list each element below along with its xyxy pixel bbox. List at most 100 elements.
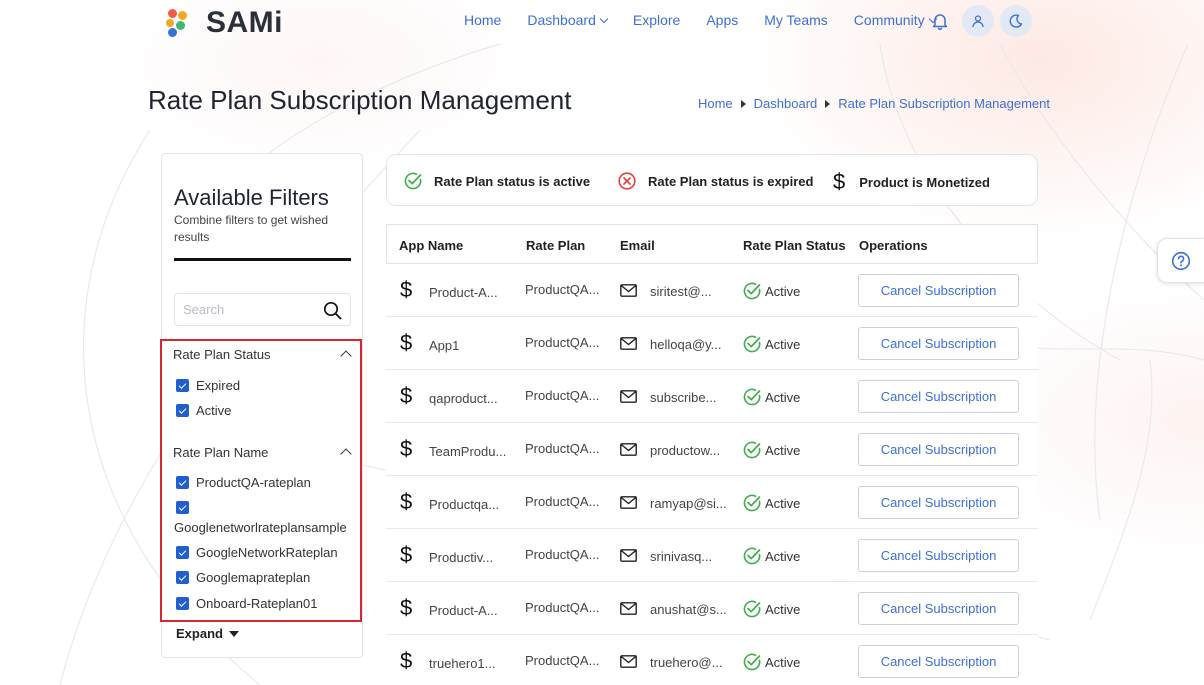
- checkbox[interactable]: [176, 571, 189, 584]
- cancel-subscription-button[interactable]: Cancel Subscription: [858, 539, 1019, 572]
- bell-icon[interactable]: [930, 11, 950, 31]
- filter-option-rateplan[interactable]: GoogleNetworkRateplan: [176, 545, 338, 560]
- chevron-down-icon: [599, 14, 609, 24]
- cancel-subscription-button[interactable]: Cancel Subscription: [858, 380, 1019, 413]
- mail-icon: [620, 496, 637, 509]
- subscription-table: App Name Rate Plan Email Rate Plan Statu…: [386, 224, 1038, 685]
- rate-plan-cell: ProductQA...: [525, 388, 600, 403]
- dollar-icon: $: [400, 648, 413, 673]
- nav-dashboard[interactable]: Dashboard: [527, 12, 609, 28]
- chevron-up-icon[interactable]: [340, 350, 352, 362]
- rate-plan-name-header[interactable]: Rate Plan Name: [173, 445, 268, 460]
- filter-option-rateplan[interactable]: [176, 501, 196, 514]
- filters-panel: Available Filters Combine filters to get…: [160, 153, 363, 658]
- checkbox[interactable]: [176, 379, 189, 392]
- filter-option-rateplan[interactable]: Googlemaprateplan: [176, 570, 310, 585]
- main-nav: Home Dashboard Explore Apps My Teams Com…: [464, 12, 962, 28]
- mail-icon: [620, 443, 637, 456]
- app-name-cell[interactable]: Productqa...: [429, 497, 499, 512]
- cancel-subscription-button[interactable]: Cancel Subscription: [858, 274, 1019, 307]
- sami-logo-icon: [166, 9, 192, 37]
- dollar-icon: $: [400, 330, 413, 355]
- top-header: SAMi Home Dashboard Explore Apps My Team…: [0, 0, 1204, 44]
- filter-option-active[interactable]: Active: [176, 403, 231, 418]
- table-row: $ Product-A... ProductQA... anushat@s... Act…: [386, 582, 1038, 635]
- col-app-name: App Name: [399, 238, 464, 253]
- dollar-icon: $: [400, 277, 413, 302]
- expand-filters-button[interactable]: Expand: [176, 626, 239, 641]
- cancel-subscription-button[interactable]: Cancel Subscription: [858, 592, 1019, 625]
- check-circle-icon: [743, 441, 761, 459]
- status-cell: Active: [742, 493, 800, 513]
- table-row: $ Product-A... ProductQA... siritest@... Act…: [386, 264, 1038, 317]
- breadcrumb-separator-icon: [740, 99, 746, 108]
- app-name-cell[interactable]: qaproduct...: [429, 391, 498, 406]
- checkbox[interactable]: [176, 546, 189, 559]
- app-logo[interactable]: SAMi: [166, 6, 283, 40]
- check-circle-icon: [743, 653, 761, 671]
- rate-plan-cell: ProductQA...: [525, 653, 600, 668]
- nav-apps[interactable]: Apps: [706, 12, 738, 28]
- dollar-icon: $: [400, 542, 413, 567]
- app-name-cell[interactable]: App1: [429, 338, 459, 353]
- status-cell: Active: [742, 652, 800, 672]
- filter-groups-highlight: Rate Plan Status Expired Active Rate Pla…: [160, 339, 362, 622]
- breadcrumb-current[interactable]: Rate Plan Subscription Management: [838, 96, 1050, 111]
- legend-monetized: $ Product is Monetized: [833, 169, 990, 194]
- help-button[interactable]: [1157, 238, 1204, 283]
- checkbox[interactable]: [176, 476, 189, 489]
- cancel-subscription-button[interactable]: Cancel Subscription: [858, 645, 1019, 678]
- check-circle-icon: [743, 335, 761, 353]
- checkbox[interactable]: [176, 597, 189, 610]
- cancel-subscription-button[interactable]: Cancel Subscription: [858, 486, 1019, 519]
- rate-plan-cell: ProductQA...: [525, 600, 600, 615]
- rate-plan-status-header[interactable]: Rate Plan Status: [173, 347, 271, 362]
- mail-icon: [620, 337, 637, 350]
- logo-text: SAMi: [206, 6, 283, 39]
- app-name-cell[interactable]: Product-A...: [429, 285, 498, 300]
- app-name-cell[interactable]: TeamProdu...: [429, 444, 506, 459]
- cancel-subscription-button[interactable]: Cancel Subscription: [858, 433, 1019, 466]
- nav-community[interactable]: Community: [854, 12, 937, 28]
- app-name-cell[interactable]: truehero1...: [429, 656, 496, 671]
- email-cell: subscribe...: [650, 390, 717, 405]
- breadcrumb-home[interactable]: Home: [698, 96, 733, 111]
- app-name-cell[interactable]: Product-A...: [429, 603, 498, 618]
- nav-my-teams[interactable]: My Teams: [764, 12, 828, 28]
- nav-explore[interactable]: Explore: [633, 12, 680, 28]
- email-cell: anushat@s...: [650, 602, 727, 617]
- page-title: Rate Plan Subscription Management: [148, 85, 572, 115]
- checkbox[interactable]: [176, 501, 189, 514]
- email-cell: truehero@...: [650, 655, 723, 670]
- breadcrumb-separator-icon: [825, 99, 831, 108]
- check-circle-icon: [743, 282, 761, 300]
- email-cell: siritest@...: [650, 284, 712, 299]
- filter-option-rateplan[interactable]: ProductQA-rateplan: [176, 475, 311, 490]
- checkbox[interactable]: [176, 404, 189, 417]
- email-cell: helloqa@y...: [650, 337, 722, 352]
- cancel-subscription-button[interactable]: Cancel Subscription: [858, 327, 1019, 360]
- status-cell: Active: [742, 281, 800, 301]
- filters-title: Available Filters: [174, 185, 329, 210]
- table-row: $ truehero1... ProductQA... truehero@... Act…: [386, 635, 1038, 685]
- legend-expired: Rate Plan status is expired: [617, 171, 813, 191]
- breadcrumb: Home Dashboard Rate Plan Subscription Ma…: [698, 96, 1050, 111]
- check-circle-icon: [743, 600, 761, 618]
- status-cell: Active: [742, 334, 800, 354]
- breadcrumb-dashboard[interactable]: Dashboard: [754, 96, 818, 111]
- filter-option-rateplan[interactable]: Onboard-Rateplan01: [176, 596, 317, 611]
- email-cell: srinivasq...: [650, 549, 713, 564]
- legend-active: Rate Plan status is active: [403, 171, 590, 191]
- status-legend: Rate Plan status is active Rate Plan sta…: [386, 154, 1038, 206]
- nav-home[interactable]: Home: [464, 12, 501, 28]
- user-profile-button[interactable]: [962, 5, 994, 37]
- app-name-cell[interactable]: Productiv...: [429, 550, 493, 565]
- col-email: Email: [620, 238, 655, 253]
- chevron-up-icon[interactable]: [340, 448, 352, 460]
- search-icon[interactable]: [323, 301, 342, 320]
- filter-option-expired[interactable]: Expired: [176, 378, 240, 393]
- filter-search-input[interactable]: [175, 294, 315, 325]
- filters-subtitle: Combine filters to get wished results: [174, 213, 329, 244]
- check-circle-icon: [404, 172, 422, 190]
- theme-toggle-button[interactable]: [1000, 5, 1032, 37]
